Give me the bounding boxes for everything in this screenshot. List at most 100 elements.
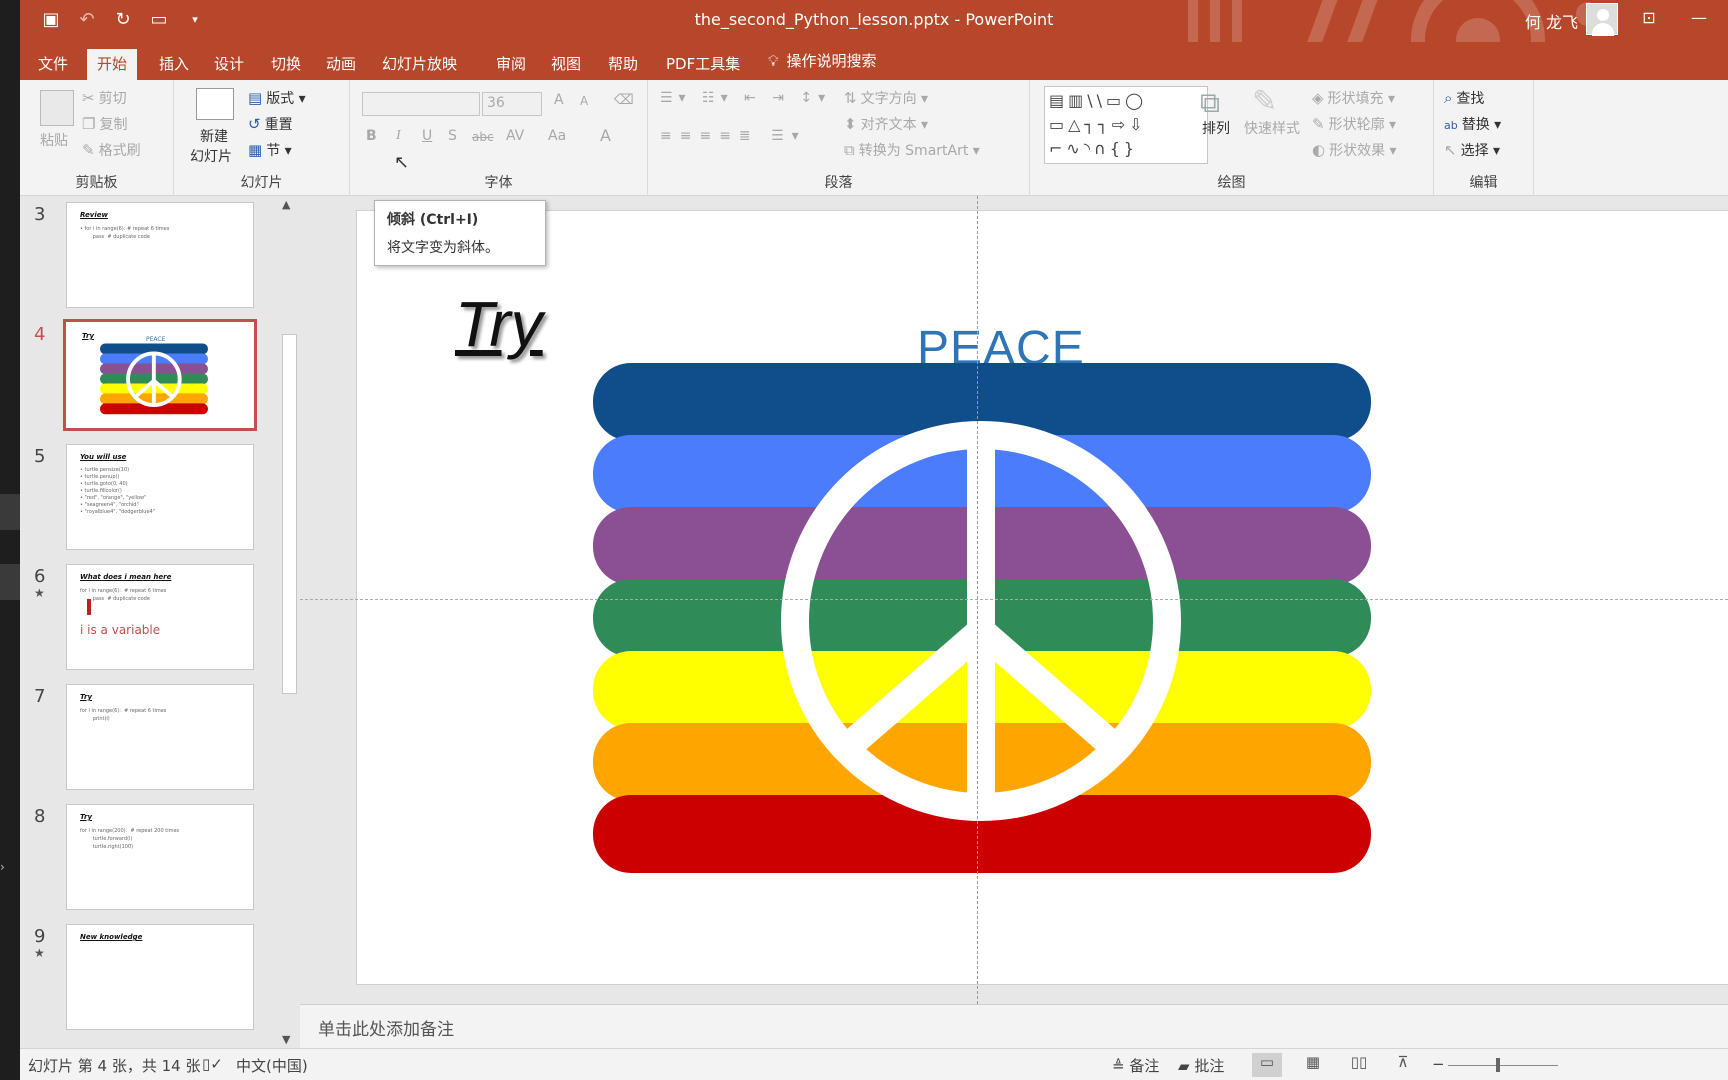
slide-number: 3 <box>34 204 46 225</box>
bold-button[interactable]: B <box>366 128 377 144</box>
find-button[interactable]: ⌕ 查找 <box>1444 88 1484 108</box>
group-label: 编辑 <box>1469 175 1498 191</box>
align-buttons[interactable]: ≡≡≡≡≣ ☰▾ <box>660 128 807 144</box>
paste-icon[interactable] <box>40 90 74 126</box>
tab-home[interactable]: 开始 <box>87 49 138 80</box>
new-slide-label[interactable]: 新建 <box>200 126 228 146</box>
scroll-down-icon[interactable]: ▼ <box>282 1033 290 1046</box>
minimize-button[interactable]: — <box>1684 8 1714 27</box>
quick-styles-icon[interactable]: ✎ <box>1252 84 1277 119</box>
strikethrough-button[interactable]: abc <box>472 130 494 144</box>
notes-pane[interactable]: 单击此处添加备注 <box>300 1004 1728 1048</box>
thumbnail-row[interactable]: 4 Try PEACE <box>20 319 278 432</box>
replace-button[interactable]: ab 替换 ▾ <box>1444 114 1501 134</box>
slide-thumbnail-8[interactable]: Try for i in range(200): # repeat 200 ti… <box>66 804 254 910</box>
align-text-button[interactable]: ⬍ 对齐文本 ▾ <box>844 114 928 134</box>
scrollbar-thumb[interactable] <box>282 334 297 694</box>
thumbnail-row[interactable]: 6 ★ What does i mean here for i in range… <box>20 564 278 674</box>
underline-button[interactable]: U <box>422 128 432 144</box>
font-name-combo[interactable] <box>362 92 480 116</box>
tab-pdf[interactable]: PDF工具集 <box>656 49 750 80</box>
group-label: 剪贴板 <box>75 175 118 191</box>
slide-title[interactable]: Try <box>455 287 543 361</box>
normal-view-button[interactable]: ▭ <box>1252 1053 1282 1077</box>
font-size-combo[interactable]: 36 <box>482 92 542 116</box>
language[interactable]: 中文(中国) <box>236 1055 308 1076</box>
sorter-view-button[interactable]: ▦ <box>1298 1053 1328 1077</box>
reading-view-button[interactable]: ▯▯ <box>1344 1053 1374 1077</box>
comments-button[interactable]: ▰ 批注 <box>1178 1055 1224 1076</box>
section-button[interactable]: ▦ 节 ▾ <box>248 140 292 160</box>
zoom-knob[interactable] <box>1496 1058 1500 1072</box>
thumbnail-scrollbar[interactable]: ▲ ▼ <box>278 196 300 1048</box>
ribbon-display-icon[interactable]: ⊡ <box>1634 8 1664 27</box>
shape-fill-button[interactable]: ◈ 形状填充 ▾ <box>1312 88 1395 108</box>
peace-flag-image[interactable] <box>593 363 1371 875</box>
tab-design[interactable]: 设计 <box>204 49 254 80</box>
strip-marker <box>0 564 20 600</box>
slide-thumbnail-7[interactable]: Try for i in range(6): # repeat 6 times … <box>66 684 254 790</box>
slide-thumbnail-3[interactable]: Review • for i in range(6): # repeat 6 t… <box>66 202 254 308</box>
avatar[interactable] <box>1586 3 1618 36</box>
tab-slideshow[interactable]: 幻灯片放映 <box>372 49 467 80</box>
tooltip-desc: 将文字变为斜体。 <box>387 240 499 256</box>
layout-button[interactable]: ▤ 版式 ▾ <box>248 88 306 108</box>
zoom-slider[interactable] <box>1448 1065 1558 1066</box>
notes-button[interactable]: ≜ 备注 <box>1112 1055 1159 1076</box>
change-case-button[interactable]: Aa <box>548 128 566 144</box>
shrink-font-button[interactable]: A <box>580 94 588 108</box>
format-painter-button[interactable]: ✎ 格式刷 <box>82 140 141 160</box>
slide-thumbnail-4[interactable]: Try PEACE <box>63 319 257 431</box>
scroll-up-icon[interactable]: ▲ <box>282 198 290 211</box>
tell-me-search[interactable]: 💡︎ 操作说明搜索 <box>768 50 877 71</box>
tab-insert[interactable]: 插入 <box>149 49 199 80</box>
italic-button[interactable]: I <box>396 128 401 144</box>
grow-font-button[interactable]: A <box>554 92 564 108</box>
left-dark-strip: › <box>0 0 20 1080</box>
zoom-out-icon[interactable]: − <box>1432 1055 1445 1073</box>
vertical-guide[interactable] <box>977 196 978 1004</box>
user-name[interactable]: 何 龙飞 <box>1525 9 1578 33</box>
paste-button[interactable]: 粘贴 <box>40 130 68 150</box>
italic-tooltip: 倾斜 (Ctrl+I) 将文字变为斜体。 <box>374 200 546 266</box>
thumbnail-row[interactable]: 9 ★ New knowledge <box>20 924 278 1034</box>
current-slide[interactable]: Try PEACE <box>356 210 1728 985</box>
thumbnail-row[interactable]: 3 Review • for i in range(6): # repeat 6… <box>20 202 278 312</box>
tab-view[interactable]: 视图 <box>541 49 591 80</box>
quick-styles-button[interactable]: 快速样式 <box>1244 118 1300 138</box>
tab-animations[interactable]: 动画 <box>316 49 366 80</box>
new-slide-label-2[interactable]: 幻灯片 <box>190 146 232 166</box>
copy-button[interactable]: ❐ 复制 <box>82 114 127 134</box>
new-slide-icon[interactable] <box>196 88 234 120</box>
tab-transitions[interactable]: 切换 <box>261 49 311 80</box>
thumbnail-row[interactable]: 7 Try for i in range(6): # repeat 6 time… <box>20 684 278 794</box>
effects-icon: ◐ <box>1312 141 1326 159</box>
list-buttons[interactable]: ☰▾ ☷▾ ⇤ ⇥ ↕▾ <box>660 90 831 106</box>
slide-thumbnail-6[interactable]: What does i mean here for i in range(6):… <box>66 564 254 670</box>
expand-arrow-icon[interactable]: › <box>0 860 5 874</box>
spellcheck-icon[interactable]: ▯✓ <box>202 1055 223 1073</box>
tab-review[interactable]: 审阅 <box>486 49 536 80</box>
thumbnail-row[interactable]: 5 You will use • turtle.pensize(10) • tu… <box>20 444 278 554</box>
smartart-button[interactable]: ⧉ 转换为 SmartArt ▾ <box>844 140 980 160</box>
arrange-icon[interactable]: ⧉ <box>1200 86 1220 120</box>
thumbnail-row[interactable]: 8 Try for i in range(200): # repeat 200 … <box>20 804 278 914</box>
select-button[interactable]: ↖ 选择 ▾ <box>1444 140 1500 160</box>
horizontal-guide[interactable] <box>300 599 1728 600</box>
slideshow-view-button[interactable]: ⊼ <box>1388 1053 1418 1077</box>
shape-outline-button[interactable]: ✎ 形状轮廓 ▾ <box>1312 114 1396 134</box>
reset-button[interactable]: ↺ 重置 <box>248 114 293 134</box>
shapes-gallery[interactable]: ▤▥\\▭◯ ▭△┐┐⇨⇩ ⌐∿◝∩{} <box>1044 86 1208 164</box>
arrange-button[interactable]: 排列 <box>1202 118 1230 138</box>
clear-format-icon[interactable]: ⌫ <box>614 92 634 108</box>
font-color-button[interactable]: A <box>600 126 611 145</box>
cut-button[interactable]: ✂ 剪切 <box>82 88 127 108</box>
slide-thumbnail-5[interactable]: You will use • turtle.pensize(10) • turt… <box>66 444 254 550</box>
tab-help[interactable]: 帮助 <box>598 49 648 80</box>
tab-file[interactable]: 文件 <box>28 49 78 80</box>
char-spacing-button[interactable]: AV <box>506 128 524 144</box>
text-direction-button[interactable]: ⇅ 文字方向 ▾ <box>844 88 928 108</box>
shadow-button[interactable]: S <box>448 128 457 144</box>
shape-effects-button[interactable]: ◐ 形状效果 ▾ <box>1312 140 1397 160</box>
slide-thumbnail-9[interactable]: New knowledge <box>66 924 254 1030</box>
